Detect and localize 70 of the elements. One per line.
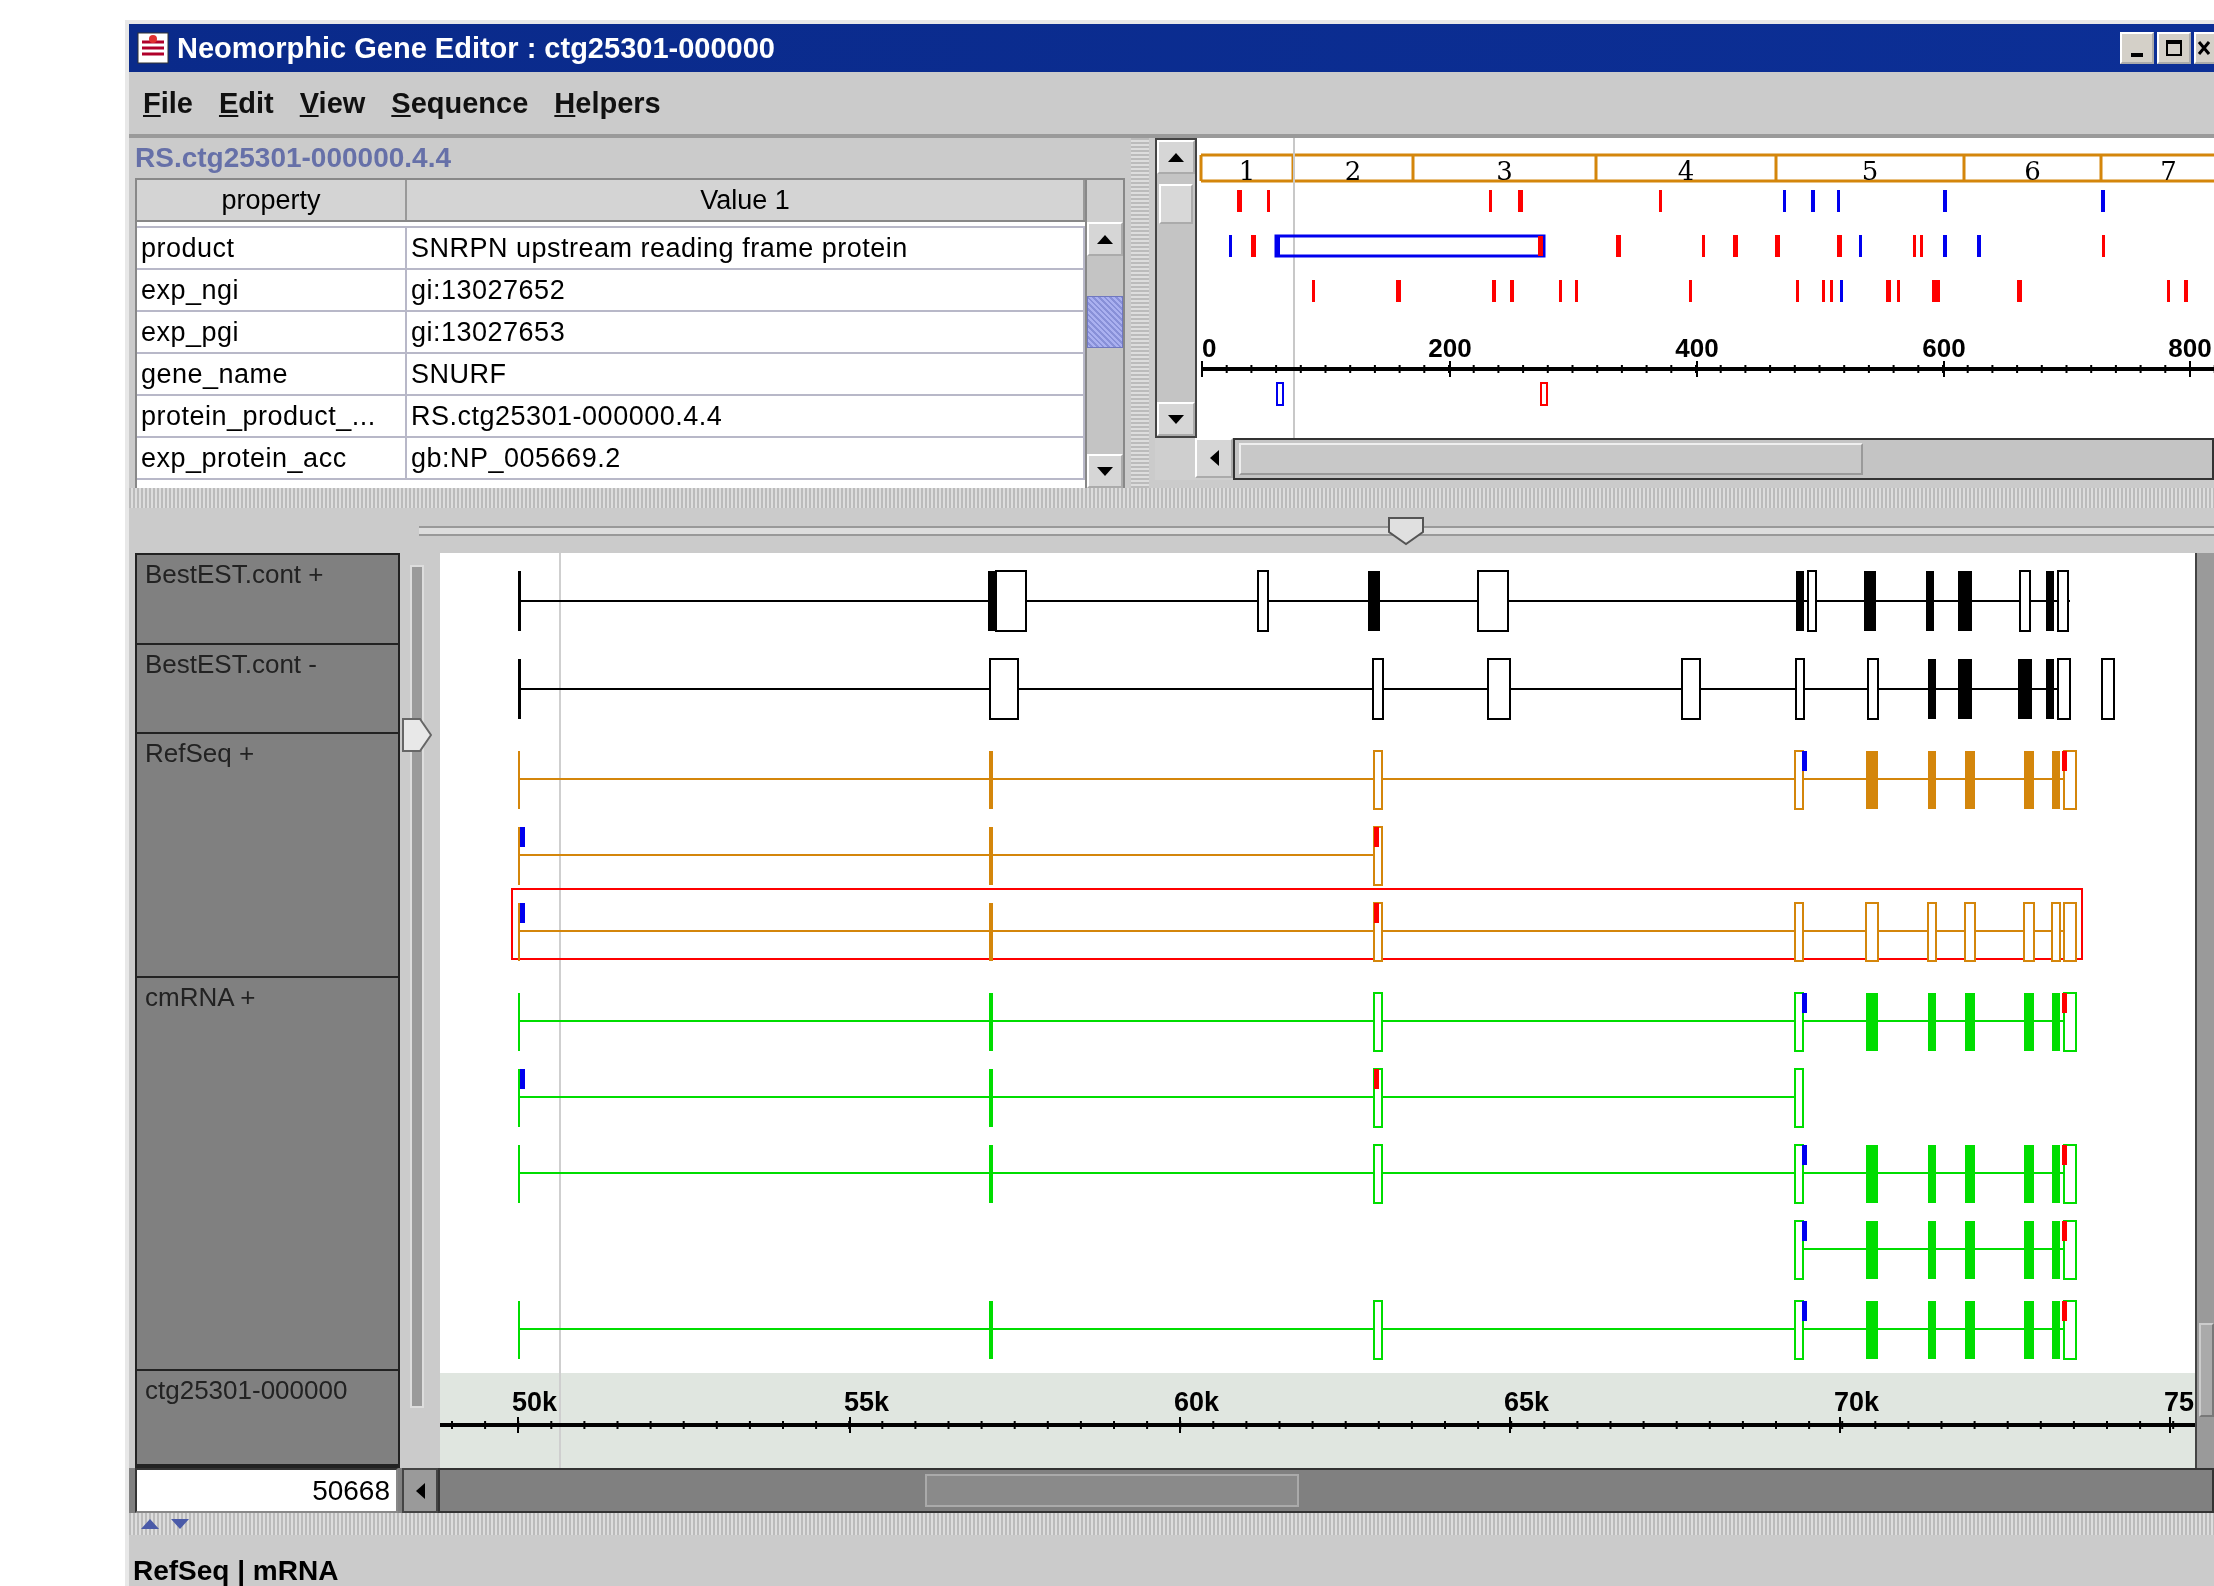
axis-label: 75 [2164, 1387, 2195, 1417]
table-cell: exp_pgi [137, 312, 407, 352]
splitter-handle[interactable] [129, 1513, 2214, 1535]
track-label[interactable]: RefSeq + [137, 734, 398, 979]
axis-label: 200 [1428, 333, 1472, 363]
axis-label: 70k [1834, 1387, 1880, 1417]
table-cell: protein_product_... [137, 396, 407, 436]
track-label[interactable]: ctg25301-000000 [137, 1371, 398, 1466]
minimize-button[interactable] [2120, 32, 2154, 64]
table-cell: product [137, 228, 407, 268]
track-label[interactable]: cmRNA + [137, 978, 398, 1372]
splitter-handle[interactable] [1131, 138, 1149, 488]
position-field[interactable]: 50668 [135, 1468, 398, 1513]
segment-label: 7 [2160, 156, 2177, 186]
track-handle-icon[interactable] [402, 718, 432, 752]
maximize-button[interactable] [2157, 32, 2191, 64]
close-icon [2196, 39, 2210, 57]
marker-icon [1540, 382, 1548, 406]
menu-item[interactable]: Edit [218, 86, 274, 120]
table-cell: exp_ngi [137, 270, 407, 310]
track-label[interactable]: BestEST.cont - [137, 644, 398, 735]
down-arrow-icon [1168, 414, 1184, 424]
window-title: Neomorphic Gene Editor : ctg25301-000000 [177, 31, 775, 65]
slider-thumb[interactable] [1387, 515, 1426, 546]
segment-label: 1 [1238, 156, 1256, 186]
status-text: RefSeq | mRNA [133, 1556, 339, 1586]
axis-label: 65k [1504, 1387, 1550, 1417]
scrollbar-thumb[interactable] [1087, 296, 1123, 348]
axis-label: 55k [844, 1387, 890, 1417]
gene-models-drawing[interactable] [440, 553, 2195, 1373]
splitter-handle[interactable] [129, 488, 2214, 508]
scroll-down-button[interactable] [1157, 402, 1195, 436]
minimize-icon [2131, 53, 2143, 57]
track-splitter[interactable] [410, 565, 424, 1408]
track-label[interactable]: BestEST.cont + [137, 555, 398, 645]
axis-label: 600 [1922, 333, 1966, 363]
axis-label: 0 [1202, 333, 1217, 363]
marker-icon [1276, 382, 1284, 406]
segment-label: 3 [1496, 156, 1513, 186]
table-cell: gene_name [137, 354, 407, 394]
column-header[interactable]: property [137, 180, 407, 220]
up-arrow-icon [1097, 234, 1114, 244]
scroll-left-button[interactable] [402, 1468, 438, 1513]
up-arrow-icon [1168, 152, 1184, 162]
menu-item[interactable]: Sequence [391, 86, 529, 120]
axis-label: 400 [1675, 333, 1719, 363]
scroll-up-button[interactable] [1157, 140, 1195, 174]
left-arrow-icon [415, 1482, 425, 1499]
menu-item[interactable]: Helpers [554, 86, 661, 120]
segment-label: 5 [1861, 156, 1879, 186]
maximize-icon [2165, 39, 2183, 57]
segment-label: 6 [2024, 156, 2041, 186]
scrollbar-thumb[interactable] [925, 1474, 1299, 1507]
axis-label: 800 [2168, 333, 2212, 363]
segment-label: 4 [1677, 156, 1695, 186]
down-arrow-icon [1097, 466, 1114, 476]
menu-item[interactable]: View [299, 86, 366, 120]
axis-label: 60k [1174, 1387, 1220, 1417]
left-arrow-icon [1209, 450, 1219, 466]
axis-label: 50k [512, 1387, 558, 1417]
menu-item[interactable]: File [143, 86, 193, 120]
scroll-down-button[interactable] [1087, 454, 1123, 488]
scroll-up-button[interactable] [1087, 222, 1123, 256]
app-icon [137, 32, 169, 64]
scrollbar-thumb[interactable] [2199, 1323, 2214, 1417]
table-cell: exp_protein_acc [137, 438, 407, 478]
overview-map[interactable]: 1 2 3 4 5 6 7 0 200 400 600 800 [1197, 138, 2214, 438]
record-title: RS.ctg25301-000000.4.4 [135, 141, 452, 175]
segment-label: 2 [1344, 156, 1362, 186]
close-button[interactable] [2194, 32, 2214, 64]
